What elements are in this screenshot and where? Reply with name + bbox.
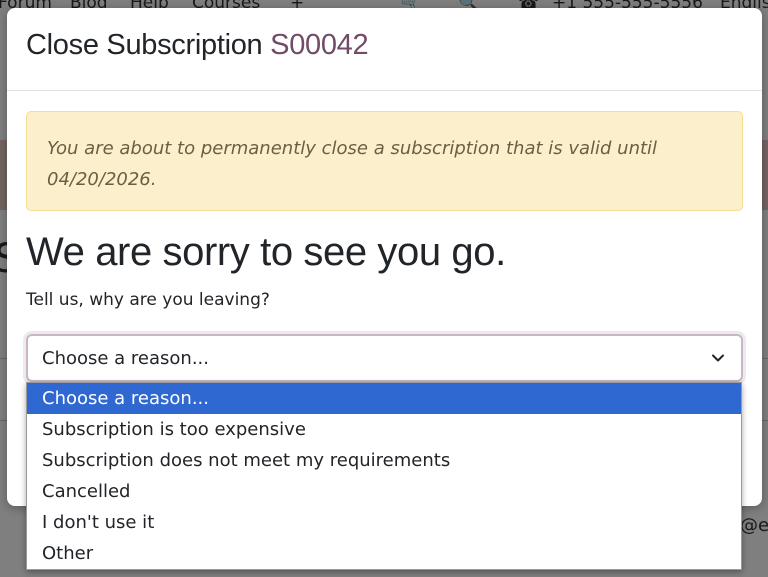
reason-option-choose[interactable]: Choose a reason... [27, 383, 741, 414]
modal-title-text: Close Subscription [26, 29, 263, 61]
reason-question: Tell us, why are you leaving? [26, 290, 270, 310]
subscription-reference: S00042 [270, 29, 369, 61]
modal-title: Close Subscription S00042 [26, 29, 762, 62]
farewell-heading: We are sorry to see you go. [26, 230, 506, 274]
chevron-down-icon [712, 354, 724, 362]
reason-option-cancelled[interactable]: Cancelled [27, 476, 741, 507]
warning-alert: You are about to permanently close a sub… [26, 111, 743, 211]
reason-option-too-expensive[interactable]: Subscription is too expensive [27, 414, 741, 445]
alert-text: You are about to permanently close a sub… [47, 138, 658, 190]
reason-option-requirements[interactable]: Subscription does not meet my requiremen… [27, 445, 741, 476]
reason-option-dont-use[interactable]: I don't use it [27, 507, 741, 538]
reason-select-value: Choose a reason... [42, 348, 210, 369]
reason-option-other[interactable]: Other [27, 538, 741, 569]
reason-dropdown-list: Choose a reason... Subscription is too e… [26, 382, 742, 570]
modal-header: Close Subscription S00042 [7, 8, 762, 91]
reason-select[interactable]: Choose a reason... [26, 334, 743, 382]
